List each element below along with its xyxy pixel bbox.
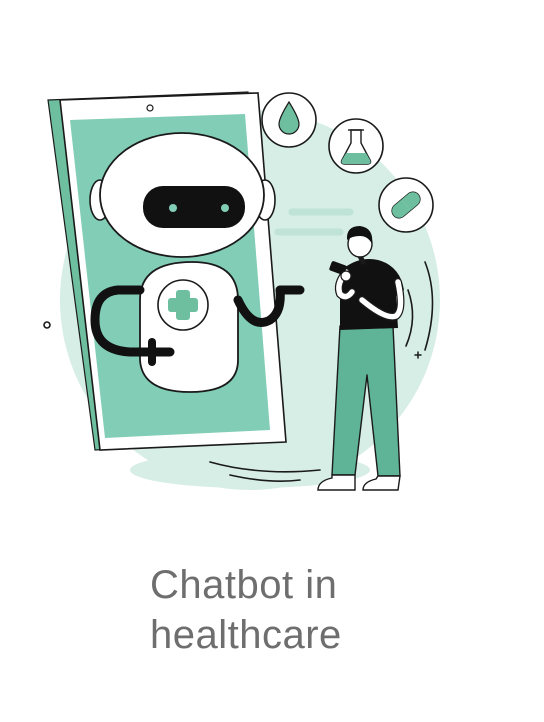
- robot-eye-right: [221, 204, 229, 212]
- medical-cross-icon: [157, 279, 209, 331]
- person-shoe-right: [362, 475, 401, 491]
- flask-icon: [328, 118, 384, 174]
- caption-line-1: Chatbot in: [150, 563, 338, 607]
- robot-eye-left: [169, 204, 177, 212]
- water-drop-icon: [261, 92, 317, 148]
- caption: Chatbot in healthcare: [150, 560, 490, 660]
- pill-icon: [378, 177, 434, 233]
- chatbot-healthcare-illustration: [43, 91, 440, 491]
- caption-line-2: healthcare: [150, 613, 342, 657]
- robot-visor: [143, 186, 245, 228]
